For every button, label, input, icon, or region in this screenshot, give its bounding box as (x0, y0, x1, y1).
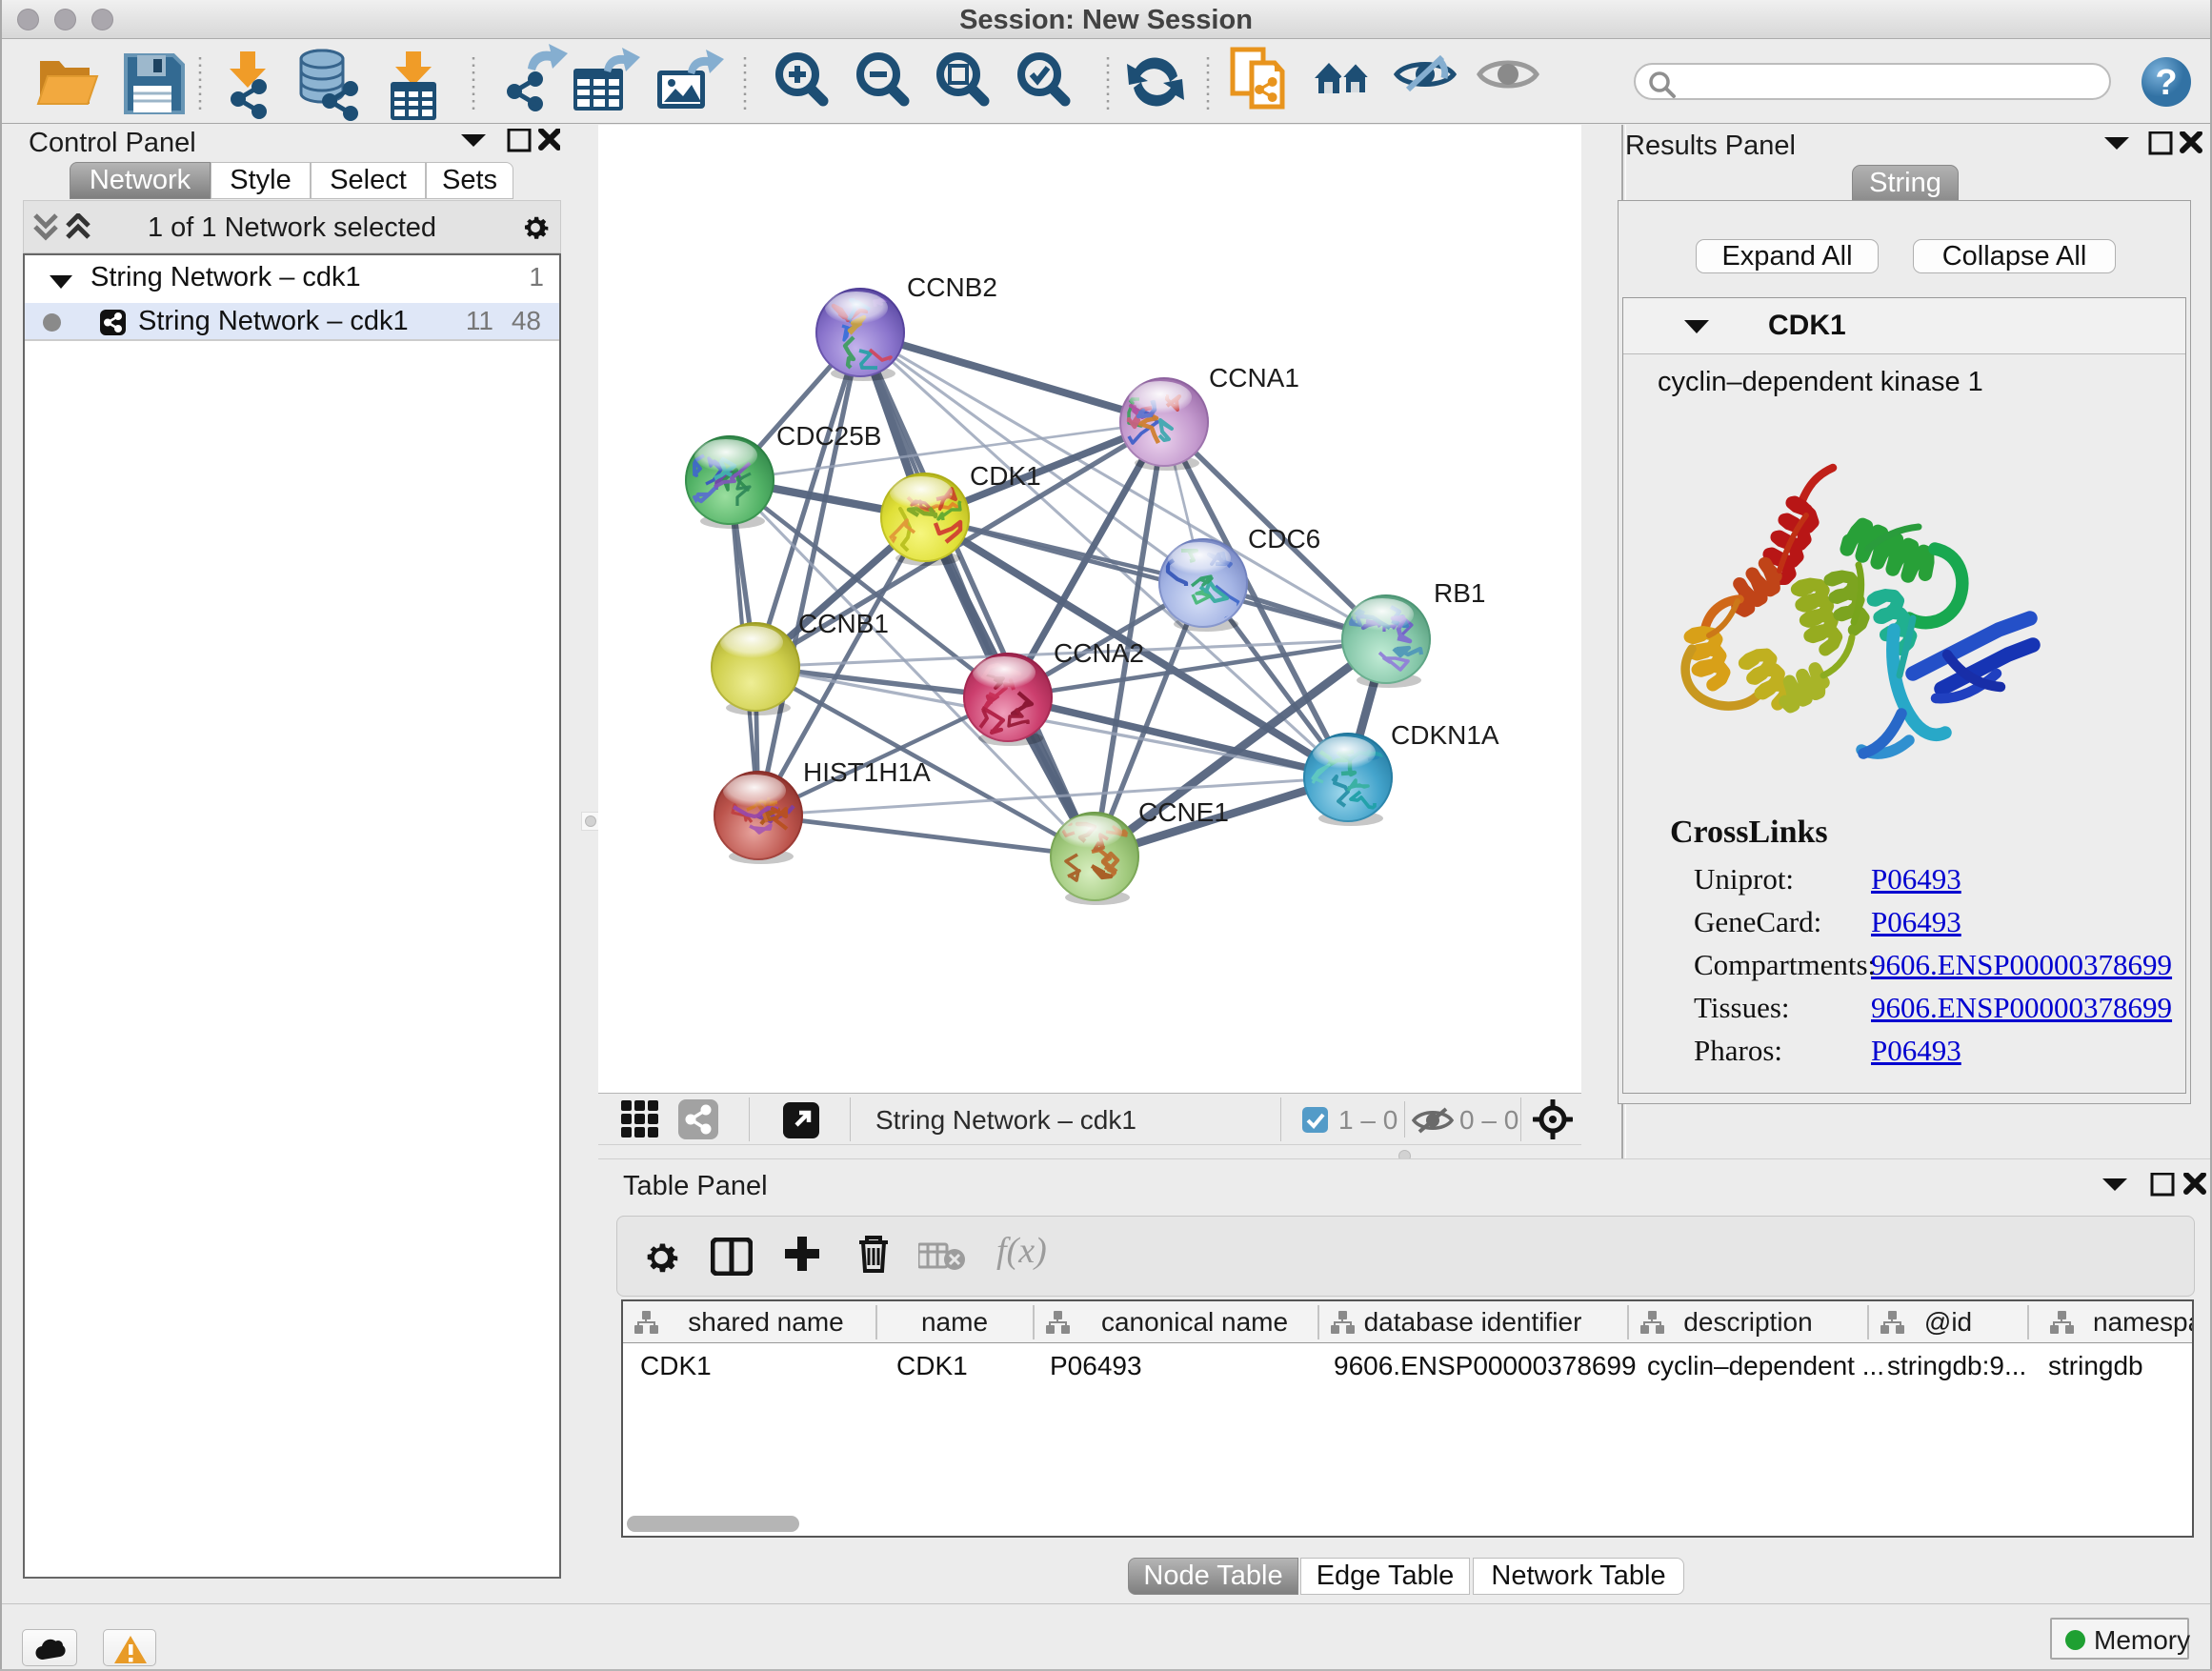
svg-text:HIST1H1A: HIST1H1A (803, 757, 931, 787)
svg-text:namespac: namespac (2093, 1307, 2192, 1337)
svg-text:@id: @id (1924, 1307, 1972, 1337)
svg-text:?: ? (2155, 63, 2177, 103)
svg-text:CCNE1: CCNE1 (1138, 797, 1229, 827)
svg-text:name: name (921, 1307, 988, 1337)
svg-text:CCNB2: CCNB2 (907, 272, 997, 302)
svg-text:canonical name: canonical name (1101, 1307, 1288, 1337)
svg-text:CCNA1: CCNA1 (1209, 363, 1299, 393)
svg-text:CDK1: CDK1 (970, 461, 1041, 491)
svg-text:CCNB1: CCNB1 (798, 609, 889, 638)
svg-text:CDKN1A: CDKN1A (1391, 720, 1499, 750)
svg-text:CCNA2: CCNA2 (1054, 638, 1144, 668)
svg-text:CDC6: CDC6 (1248, 524, 1320, 554)
svg-text:CDC25B: CDC25B (776, 421, 881, 451)
svg-text:RB1: RB1 (1434, 578, 1485, 608)
svg-text:shared name: shared name (688, 1307, 843, 1337)
svg-text:description: description (1683, 1307, 1812, 1337)
svg-text:database identifier: database identifier (1364, 1307, 1582, 1337)
